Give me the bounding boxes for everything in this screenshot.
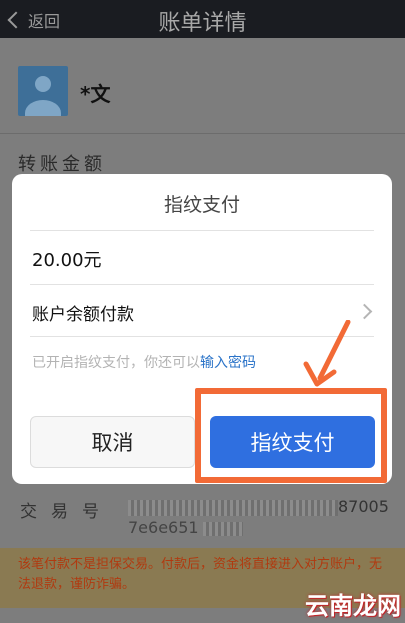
arrow-annotation-icon <box>303 320 351 387</box>
dialog-title: 指纹支付 <box>163 194 240 216</box>
chevron-right-icon <box>356 303 373 320</box>
transfer-amount-label: 转账金额 <box>18 154 106 175</box>
divider <box>30 284 374 285</box>
watermark-logo: 云南龙网 <box>305 592 401 620</box>
hint-text: 已开启指纹支付，你还可以 <box>32 355 200 371</box>
avatar <box>18 66 68 116</box>
cancel-button[interactable]: 取消 <box>30 416 195 468</box>
txn-label: 交易号 <box>20 502 113 522</box>
avatar-head-icon <box>35 76 51 92</box>
divider <box>0 133 405 134</box>
fingerprint-hint: 已开启指纹支付，你还可以输入密码 <box>32 352 256 372</box>
redacted-value <box>128 499 338 516</box>
txn-value-tail: 87005 <box>338 497 389 516</box>
txn-value-line2-text: 7e6e651 <box>128 518 199 537</box>
enter-password-link[interactable]: 输入密码 <box>200 355 256 371</box>
user-name: *文 <box>80 82 111 106</box>
avatar-body-icon <box>25 100 61 116</box>
page-title: 账单详情 <box>158 11 247 36</box>
highlight-box <box>195 388 387 483</box>
top-bar: 返回 账单详情 <box>0 0 405 38</box>
payment-amount: 20.00元 <box>32 250 102 271</box>
divider <box>30 230 374 231</box>
redacted-value <box>202 521 243 536</box>
payment-method-label: 账户余额付款 <box>32 305 134 325</box>
txn-value: 87005 <box>128 497 389 516</box>
txn-value-line2: 7e6e651 <box>128 518 243 537</box>
